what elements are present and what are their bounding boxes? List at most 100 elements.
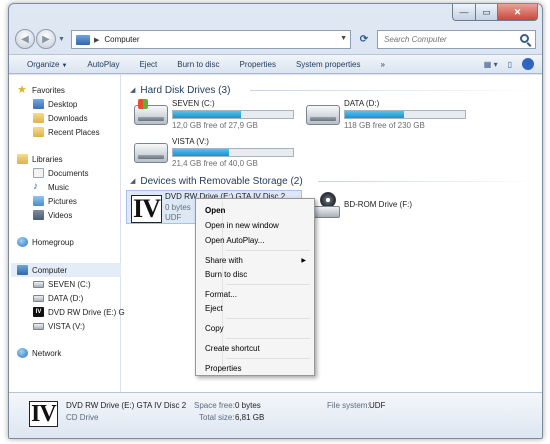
details-drive-type: CD Drive [66,413,99,422]
organize-button[interactable]: Organize ▼ [27,60,67,69]
forward-arrow-icon: ▶ [42,33,50,45]
nav-computer[interactable]: Computer [11,263,121,277]
drive-bd-rom[interactable]: BD-ROM Drive (F:) [312,190,432,224]
nav-label: Music [48,182,69,192]
address-dropdown-icon[interactable]: ▼ [340,35,347,42]
group-header-hdd[interactable]: ◢ Hard Disk Drives (3) [130,83,230,97]
nav-data-drive[interactable]: DATA (D:) [33,291,83,305]
nav-desktop[interactable]: Desktop [33,97,77,111]
system-properties-button[interactable]: System properties [296,60,360,69]
navigation-bar: ◀ ▶ ▼ ▶ Computer ▼ ⟳ [9,26,542,52]
hard-drive-icon [33,280,44,288]
address-bar[interactable]: ▶ Computer ▼ [71,30,351,49]
help-icon[interactable]: ? [522,58,534,70]
burn-to-disc-button[interactable]: Burn to disc [177,60,219,69]
autoplay-button[interactable]: AutoPlay [87,60,119,69]
recent-pages-dropdown[interactable]: ▼ [58,36,65,43]
nav-favorites[interactable]: ★ Favorites [17,83,65,97]
drive-name: VISTA (V:) [172,137,209,146]
nav-recent-places[interactable]: Recent Places [33,125,100,139]
drive-name: SEVEN (C:) [172,99,215,108]
drive-usage-fill [173,111,242,118]
drive-free-space: 12,0 GB free of 27,9 GB [172,121,258,130]
hard-drive-icon [33,322,44,330]
toolbar-right: ▦ ▾ ▯ ? [474,58,534,70]
details-space-free-value: 0 bytes [235,401,261,410]
nav-downloads[interactable]: Downloads [33,111,88,125]
nav-videos[interactable]: Videos [33,208,72,222]
nav-label: SEVEN (C:) [48,279,91,289]
command-bar: Organize ▼ AutoPlay Eject Burn to disc Pr… [9,54,542,74]
search-input[interactable] [384,35,514,44]
nav-label: Pictures [48,196,77,206]
drive-filesystem: UDF [165,213,182,222]
nav-label: Libraries [32,154,63,164]
nav-label: Network [32,348,62,358]
nav-label: DATA (D:) [48,293,84,303]
drive-data[interactable]: DATA (D:) 118 GB free of 230 GB [306,99,476,133]
documents-icon [33,168,44,178]
menu-item-format[interactable]: Format... [198,287,312,301]
group-title: Devices with Removable Storage (2) [140,175,303,187]
forward-button[interactable]: ▶ [36,29,56,49]
menu-item-eject[interactable]: Eject [198,301,312,315]
breadcrumb-computer[interactable]: Computer [104,35,139,44]
windows-logo-icon [138,99,148,109]
nav-libraries[interactable]: Libraries [17,152,63,166]
refresh-button[interactable]: ⟳ [353,30,375,49]
submenu-arrow-icon: ▶ [301,257,306,264]
details-drive-name: DVD RW Drive (E:) GTA IV Disc 2 [66,401,187,410]
menu-item-open-new-window[interactable]: Open in new window [198,218,312,232]
back-button[interactable]: ◀ [15,29,35,49]
menu-item-open[interactable]: Open [198,203,312,217]
computer-icon [17,265,28,275]
menu-item-create-shortcut[interactable]: Create shortcut [198,341,312,355]
homegroup-icon [17,237,28,247]
hard-drive-icon [306,105,340,125]
nav-music[interactable]: ♪ Music [33,180,69,194]
menu-item-copy[interactable]: Copy [198,321,312,335]
nav-network[interactable]: Network [17,346,61,360]
menu-item-open-autoplay[interactable]: Open AutoPlay... [198,233,312,247]
nav-label: Downloads [48,113,88,123]
nav-pictures[interactable]: Pictures [33,194,77,208]
group-divider [318,181,540,182]
drive-usage-bar [344,110,466,119]
menu-item-share-with[interactable]: Share with ▶ [198,253,312,267]
network-icon [17,348,28,358]
search-box[interactable] [377,30,536,49]
nav-dvd-drive[interactable]: IV DVD RW Drive (E:) G [33,305,125,319]
maximize-button[interactable]: ▭ [476,4,498,21]
preview-pane-icon[interactable]: ▯ [508,60,512,69]
minimize-button[interactable]: — [452,4,476,21]
libraries-icon [17,154,28,164]
drive-free-space: 118 GB free of 230 GB [344,121,425,130]
breadcrumb-separator-icon[interactable]: ▶ [94,36,99,44]
search-icon[interactable] [520,34,529,43]
more-commands-button[interactable]: » [380,60,384,69]
drive-seven[interactable]: SEVEN (C:) 12,0 GB free of 27,9 GB [134,99,304,133]
desktop-icon [33,99,44,109]
gta-iv-logo-icon: IV [29,401,58,427]
nav-homegroup[interactable]: Homegroup [17,235,74,249]
nav-seven-drive[interactable]: SEVEN (C:) [33,277,91,291]
collapse-arrow-icon[interactable]: ◢ [130,86,135,94]
menu-item-burn[interactable]: Burn to disc [198,267,312,281]
eject-button[interactable]: Eject [139,60,157,69]
nav-documents[interactable]: Documents [33,166,88,180]
videos-icon [33,210,44,220]
caption-buttons: — ▭ ✕ [452,4,538,21]
properties-button[interactable]: Properties [240,60,276,69]
music-note-icon: ♪ [33,181,38,192]
view-options-icon[interactable]: ▦ ▾ [484,60,498,69]
collapse-arrow-icon[interactable]: ◢ [130,177,135,185]
drive-free-space: 21,4 GB free of 40,0 GB [172,159,258,168]
group-header-removable[interactable]: ◢ Devices with Removable Storage (2) [130,174,303,188]
menu-item-properties[interactable]: Properties [198,361,312,375]
nav-vista-drive[interactable]: VISTA (V:) [33,319,85,333]
drive-vista[interactable]: VISTA (V:) 21,4 GB free of 40,0 GB [134,137,304,171]
file-list: ◢ Hard Disk Drives (3) SEVEN (C:) 12,0 GB… [122,75,542,392]
close-button[interactable]: ✕ [498,4,538,21]
menu-label: Share with [205,255,243,265]
details-filesystem-value: UDF [369,401,386,410]
